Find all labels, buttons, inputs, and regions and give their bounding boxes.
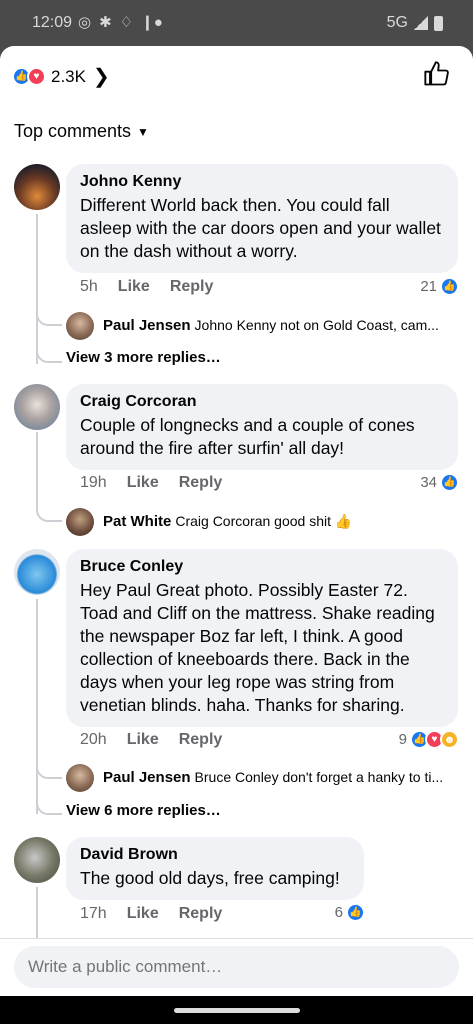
like-outline-icon[interactable] [423, 60, 451, 88]
comment-bubble[interactable]: Johno Kenny Different World back then. Y… [66, 164, 458, 273]
comment-actions: 19h Like Reply [80, 474, 222, 492]
comment-actions: 5h Like Reply [80, 278, 213, 296]
reply-connector [36, 296, 62, 326]
reaction-count: 6 [334, 904, 343, 921]
comment-time: 17h [80, 905, 107, 922]
comment-composer [0, 938, 473, 996]
comment-reactions[interactable]: 9 👍 ♥ ☻ [399, 730, 459, 749]
avatar[interactable] [14, 549, 60, 595]
reply-preview[interactable]: Pat White Craig Corcoran good shit 👍 [103, 513, 458, 530]
like-button[interactable]: Like [127, 905, 159, 923]
reply-text: Bruce Conley don't forget a hanky to ti.… [194, 769, 444, 785]
reply-preview[interactable]: Paul Jensen Bruce Conley don't forget a h… [103, 769, 458, 786]
reply-button[interactable]: Reply [179, 731, 223, 749]
comment-text: The good old days, free camping! [80, 868, 340, 888]
reply-text: Johno Kenny not on Gold Coast, cam... [194, 317, 439, 333]
comment-bubble[interactable]: Bruce Conley Hey Paul Great photo. Possi… [66, 549, 458, 727]
reply-author: Paul Jensen [103, 769, 191, 786]
like-reaction-icon: 👍 [440, 277, 459, 296]
sort-label: Top comments [14, 121, 132, 141]
like-button[interactable]: Like [118, 278, 150, 296]
notification-icons: ◎ ✱ ♢ ❙● [78, 13, 163, 31]
system-navigation-bar [0, 996, 473, 1024]
battery-icon [434, 15, 443, 31]
home-gesture-handle[interactable] [174, 1008, 300, 1013]
comment-reactions[interactable]: 6 👍 [335, 903, 365, 922]
thread-end [36, 326, 62, 363]
comment-time: 19h [80, 474, 107, 491]
comment-text: Different World back then. You could fal… [80, 195, 441, 261]
comments-sheet: 👍 ♥ 2.3K ❯ Top comments ▼ Johno Kenny Di… [0, 46, 473, 996]
signal-icon [414, 16, 428, 30]
reaction-count: 9 [398, 731, 407, 748]
comment-author[interactable]: Johno Kenny [80, 173, 444, 191]
avatar[interactable] [66, 764, 94, 792]
reply-author: Paul Jensen [103, 317, 191, 334]
app-icon: ❙● [141, 14, 163, 31]
comment-reactions[interactable]: 21 👍 [420, 277, 459, 296]
reaction-count: 34 [420, 474, 437, 491]
love-reaction-icon: ♥ [27, 67, 46, 86]
reaction-count: 2.3K [51, 66, 86, 86]
whatsapp-icon: ◎ [78, 14, 92, 31]
comment-author[interactable]: Bruce Conley [80, 558, 444, 576]
comment-text: Hey Paul Great photo. Possibly Easter 72… [80, 580, 435, 715]
status-bar: 12:09 ◎ ✱ ♢ ❙● 5G [0, 0, 473, 48]
network-label: 5G [386, 14, 408, 31]
comment-actions: 17h Like Reply [80, 905, 222, 923]
avatar[interactable] [14, 384, 60, 430]
avatar[interactable] [66, 508, 94, 536]
avatar[interactable] [66, 312, 94, 340]
comment-author[interactable]: David Brown [80, 846, 350, 864]
reaction-count: 21 [420, 278, 437, 295]
view-more-replies[interactable]: View 3 more replies… [66, 349, 221, 366]
like-reaction-icon: 👍 [440, 473, 459, 492]
comment-time: 5h [80, 278, 98, 295]
comment-time: 20h [80, 731, 107, 748]
reply-connector [36, 749, 62, 779]
reply-text: Craig Corcoran good shit 👍 [175, 513, 353, 529]
like-button[interactable]: Like [127, 474, 159, 492]
like-button[interactable]: Like [127, 731, 159, 749]
chevron-down-icon: ▼ [137, 124, 149, 139]
chevron-right-icon: ❯ [92, 66, 110, 88]
thread-end [36, 779, 62, 815]
comment-bubble[interactable]: David Brown The good old days, free camp… [66, 837, 364, 900]
status-time: 12:09 [32, 14, 73, 31]
reply-button[interactable]: Reply [170, 278, 214, 296]
comment-bubble[interactable]: Craig Corcoran Couple of longnecks and a… [66, 384, 458, 470]
view-more-replies[interactable]: View 6 more replies… [66, 802, 221, 819]
reply-button[interactable]: Reply [179, 905, 223, 923]
comment-actions: 20h Like Reply [80, 731, 222, 749]
reply-connector [36, 432, 62, 522]
sort-comments-dropdown[interactable]: Top comments ▼ [14, 121, 149, 142]
reactions-summary[interactable]: 👍 ♥ 2.3K ❯ [12, 64, 110, 89]
avatar[interactable] [14, 837, 60, 883]
avatar[interactable] [14, 164, 60, 210]
slack-icon: ✱ [99, 14, 112, 31]
comment-author[interactable]: Craig Corcoran [80, 393, 444, 411]
system-icons: 5G [387, 14, 443, 32]
comment-input[interactable] [14, 946, 459, 988]
reply-button[interactable]: Reply [179, 474, 223, 492]
comment-text: Couple of longnecks and a couple of cone… [80, 415, 415, 458]
comment-reactions[interactable]: 34 👍 [420, 473, 459, 492]
reply-preview[interactable]: Paul Jensen Johno Kenny not on Gold Coast… [103, 317, 458, 334]
like-reaction-icon: 👍 [346, 903, 365, 922]
reply-author: Pat White [103, 513, 172, 530]
haha-reaction-icon: ☻ [440, 730, 459, 749]
bell-icon: ♢ [119, 14, 134, 31]
